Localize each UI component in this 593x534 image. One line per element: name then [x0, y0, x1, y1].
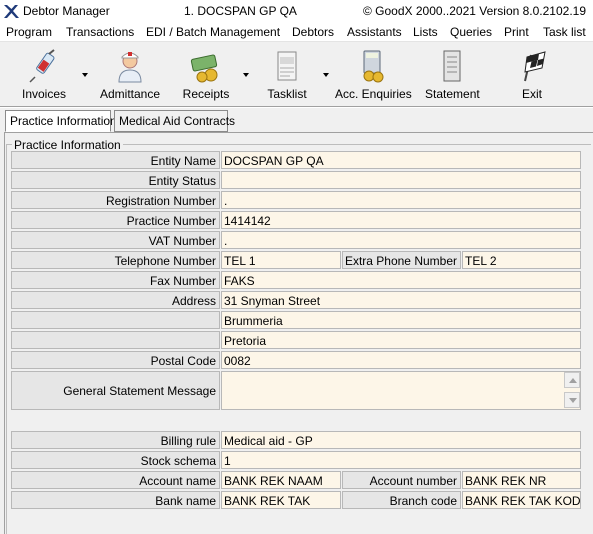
address-line1-field[interactable]: 31 Snyman Street [221, 291, 581, 309]
practice-number-label: Practice Number [11, 211, 220, 229]
entity-status-label: Entity Status [11, 171, 220, 189]
menu-debtors[interactable]: Debtors [292, 25, 334, 39]
nurse-icon [118, 52, 142, 83]
general-statement-message-label: General Statement Message [11, 371, 220, 410]
toolbar: Invoices Admittance Receipts Tasklist Ac… [0, 43, 593, 106]
practice-number-field[interactable]: 1414142 [221, 211, 581, 229]
billing-rule-label: Billing rule [11, 431, 220, 449]
account-name-field[interactable]: BANK REK NAAM [221, 471, 341, 489]
calculator-coins-icon [363, 50, 384, 83]
tasklist-dropdown-arrow-icon[interactable] [323, 73, 329, 77]
exit-label: Exit [521, 87, 542, 101]
app-title: Debtor Manager [23, 4, 110, 18]
statement-icon [443, 50, 461, 82]
stock-schema-label: Stock schema [11, 451, 220, 469]
tasklist-label: Tasklist [267, 87, 307, 101]
statement-button[interactable]: Statement [425, 47, 480, 103]
menu-lists[interactable]: Lists [413, 25, 438, 39]
telephone-number-field[interactable]: TEL 1 [221, 251, 341, 269]
menu-task-list[interactable]: Task list [543, 25, 586, 39]
bank-name-field[interactable]: BANK REK TAK [221, 491, 341, 509]
tasklist-button[interactable]: Tasklist [262, 47, 312, 103]
invoices-label: Invoices [21, 87, 67, 101]
menu-assistants[interactable]: Assistants [347, 25, 402, 39]
extra-phone-number-label: Extra Phone Number [342, 251, 461, 269]
receipts-dropdown-arrow-icon[interactable] [243, 73, 249, 77]
receipts-button[interactable]: Receipts [181, 47, 231, 103]
money-icon [190, 54, 218, 83]
bank-name-label: Bank name [11, 491, 220, 509]
scroll-down-arrow-icon [569, 398, 577, 403]
task-icon [277, 51, 297, 81]
tab-practice-information[interactable]: Practice Information [5, 110, 117, 132]
scroll-up-button[interactable] [564, 372, 580, 388]
general-statement-message-field[interactable] [221, 371, 581, 410]
syringe-icon [29, 49, 55, 83]
entity-name-field[interactable]: DOCSPAN GP QA [221, 151, 581, 169]
admittance-button[interactable]: Admittance [99, 47, 161, 103]
branch-code-field[interactable]: BANK REK TAK KODE [462, 491, 581, 509]
toolbar-separator-highlight [0, 107, 593, 108]
acc-enquiries-button[interactable]: Acc. Enquiries [335, 47, 412, 103]
postal-code-field[interactable]: 0082 [221, 351, 581, 369]
account-number-label: Account number [342, 471, 461, 489]
title-bar: Debtor Manager 1. DOCSPAN GP QA © GoodX … [0, 0, 593, 22]
extra-phone-number-field[interactable]: TEL 2 [462, 251, 581, 269]
invoices-button[interactable]: Invoices [20, 47, 68, 103]
vat-number-label: VAT Number [11, 231, 220, 249]
menu-transactions[interactable]: Transactions [66, 25, 134, 39]
address-line2-field[interactable]: Brummeria [221, 311, 581, 329]
tab-medical-aid-contracts[interactable]: Medical Aid Contracts [114, 110, 235, 132]
vat-number-field[interactable]: . [221, 231, 581, 249]
group-title: Practice Information [12, 138, 123, 152]
address-line3-label [11, 331, 220, 349]
statement-label: Statement [425, 87, 480, 101]
scroll-up-arrow-icon [569, 378, 577, 383]
copyright-version: © GoodX 2000..2021 Version 8.0.2102.19 [363, 4, 587, 18]
receipts-label: Receipts [182, 87, 230, 101]
app-logo-icon [4, 5, 19, 18]
exit-button[interactable]: Exit [510, 47, 554, 103]
registration-number-label: Registration Number [11, 191, 220, 209]
checkered-flag-icon [524, 51, 546, 82]
registration-number-field[interactable]: . [221, 191, 581, 209]
branch-code-label: Branch code [342, 491, 461, 509]
document-title: 1. DOCSPAN GP QA [184, 4, 297, 18]
address-line2-label [11, 311, 220, 329]
scroll-down-button[interactable] [564, 392, 580, 408]
menu-queries[interactable]: Queries [450, 25, 492, 39]
postal-code-label: Postal Code [11, 351, 220, 369]
address-line3-field[interactable]: Pretoria [221, 331, 581, 349]
stock-schema-field[interactable]: 1 [221, 451, 581, 469]
menu-edi-batch-management[interactable]: EDI / Batch Management [146, 25, 280, 39]
menu-print[interactable]: Print [504, 25, 529, 39]
menu-bar: Program Transactions EDI / Batch Managem… [0, 22, 593, 42]
account-number-field[interactable]: BANK REK NR [462, 471, 581, 489]
billing-rule-field[interactable]: Medical aid - GP [221, 431, 581, 449]
admittance-label: Admittance [99, 87, 161, 101]
entity-name-label: Entity Name [11, 151, 220, 169]
address-label: Address [11, 291, 220, 309]
entity-status-field[interactable] [221, 171, 581, 189]
telephone-number-label: Telephone Number [11, 251, 220, 269]
fax-number-field[interactable]: FAKS [221, 271, 581, 289]
fax-number-label: Fax Number [11, 271, 220, 289]
message-scrollbar[interactable] [564, 372, 580, 409]
account-name-label: Account name [11, 471, 220, 489]
menu-program[interactable]: Program [6, 25, 52, 39]
invoices-dropdown-arrow-icon[interactable] [82, 73, 88, 77]
acc-enquiries-label: Acc. Enquiries [335, 87, 412, 101]
